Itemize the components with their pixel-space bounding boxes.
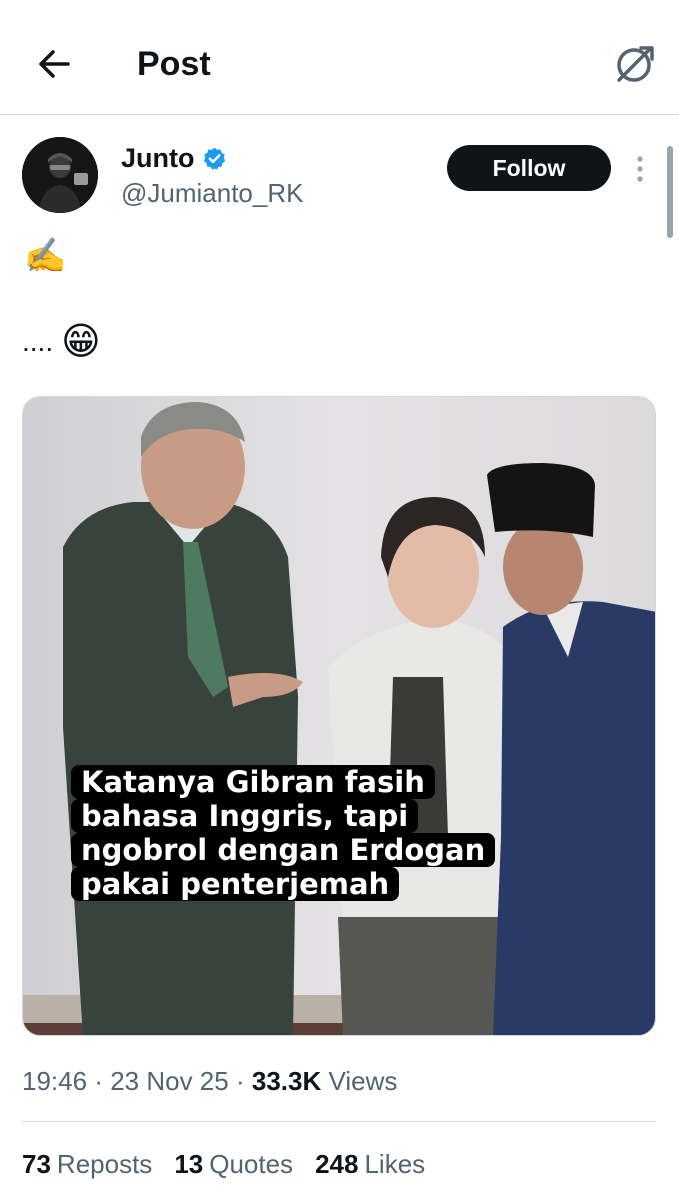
quotes-count: 13 [174,1149,204,1179]
separator-dot: · [94,1066,111,1096]
grin-emoji: 😁 [61,321,101,363]
ellipsis-text: .... [22,326,54,357]
post-text-line1: ✍️ [24,237,67,275]
top-bar: Post [0,0,679,115]
photo-scene [23,397,655,1035]
page-title: Post [137,45,211,83]
caption-line: ngobrol dengan Erdogan [71,833,496,867]
views-count: 33.3K [251,1066,322,1096]
quotes-stat[interactable]: 13 Quotes [174,1146,293,1182]
divider [22,1121,656,1122]
scrollbar-thumb[interactable] [667,146,673,238]
image-caption: Katanya Gibran fasih bahasa Inggris, tap… [71,765,531,901]
verified-badge-icon [203,147,225,170]
reposts-stat[interactable]: 73 Reposts [22,1146,152,1182]
caption-line: pakai penterjemah [71,867,400,901]
post-media-image[interactable]: Katanya Gibran fasih bahasa Inggris, tap… [22,396,656,1036]
reposts-count: 73 [22,1149,51,1179]
post-date[interactable]: 23 Nov 25 [110,1066,229,1096]
engagement-stats: 73 Reposts 13 Quotes 248 Likes [22,1146,447,1182]
caption-line: Katanya Gibran fasih [71,765,435,799]
caption-line: bahasa Inggris, tapi [71,799,419,833]
avatar[interactable] [22,137,98,213]
likes-label: Likes [364,1149,426,1179]
back-arrow-icon[interactable] [34,44,74,84]
author-handle[interactable]: @Jumianto_RK [121,178,303,208]
likes-stat[interactable]: 248 Likes [315,1146,425,1182]
post-time[interactable]: 19:46 [22,1066,87,1096]
likes-count: 248 [315,1149,359,1179]
separator-dot: · [235,1066,252,1096]
sync-slash-icon[interactable] [610,40,658,88]
more-options-icon[interactable] [628,152,652,186]
author-name[interactable]: Junto [121,142,195,174]
views-label: Views [328,1066,398,1096]
post-text-line2: .... 😁 [22,322,101,362]
follow-button[interactable]: Follow [447,145,611,191]
reposts-label: Reposts [56,1149,153,1179]
author-row: Junto @Jumianto_RK Follow [22,136,662,216]
post-meta: 19:46 · 23 Nov 25 · 33.3K Views [22,1064,397,1098]
quotes-label: Quotes [209,1149,294,1179]
